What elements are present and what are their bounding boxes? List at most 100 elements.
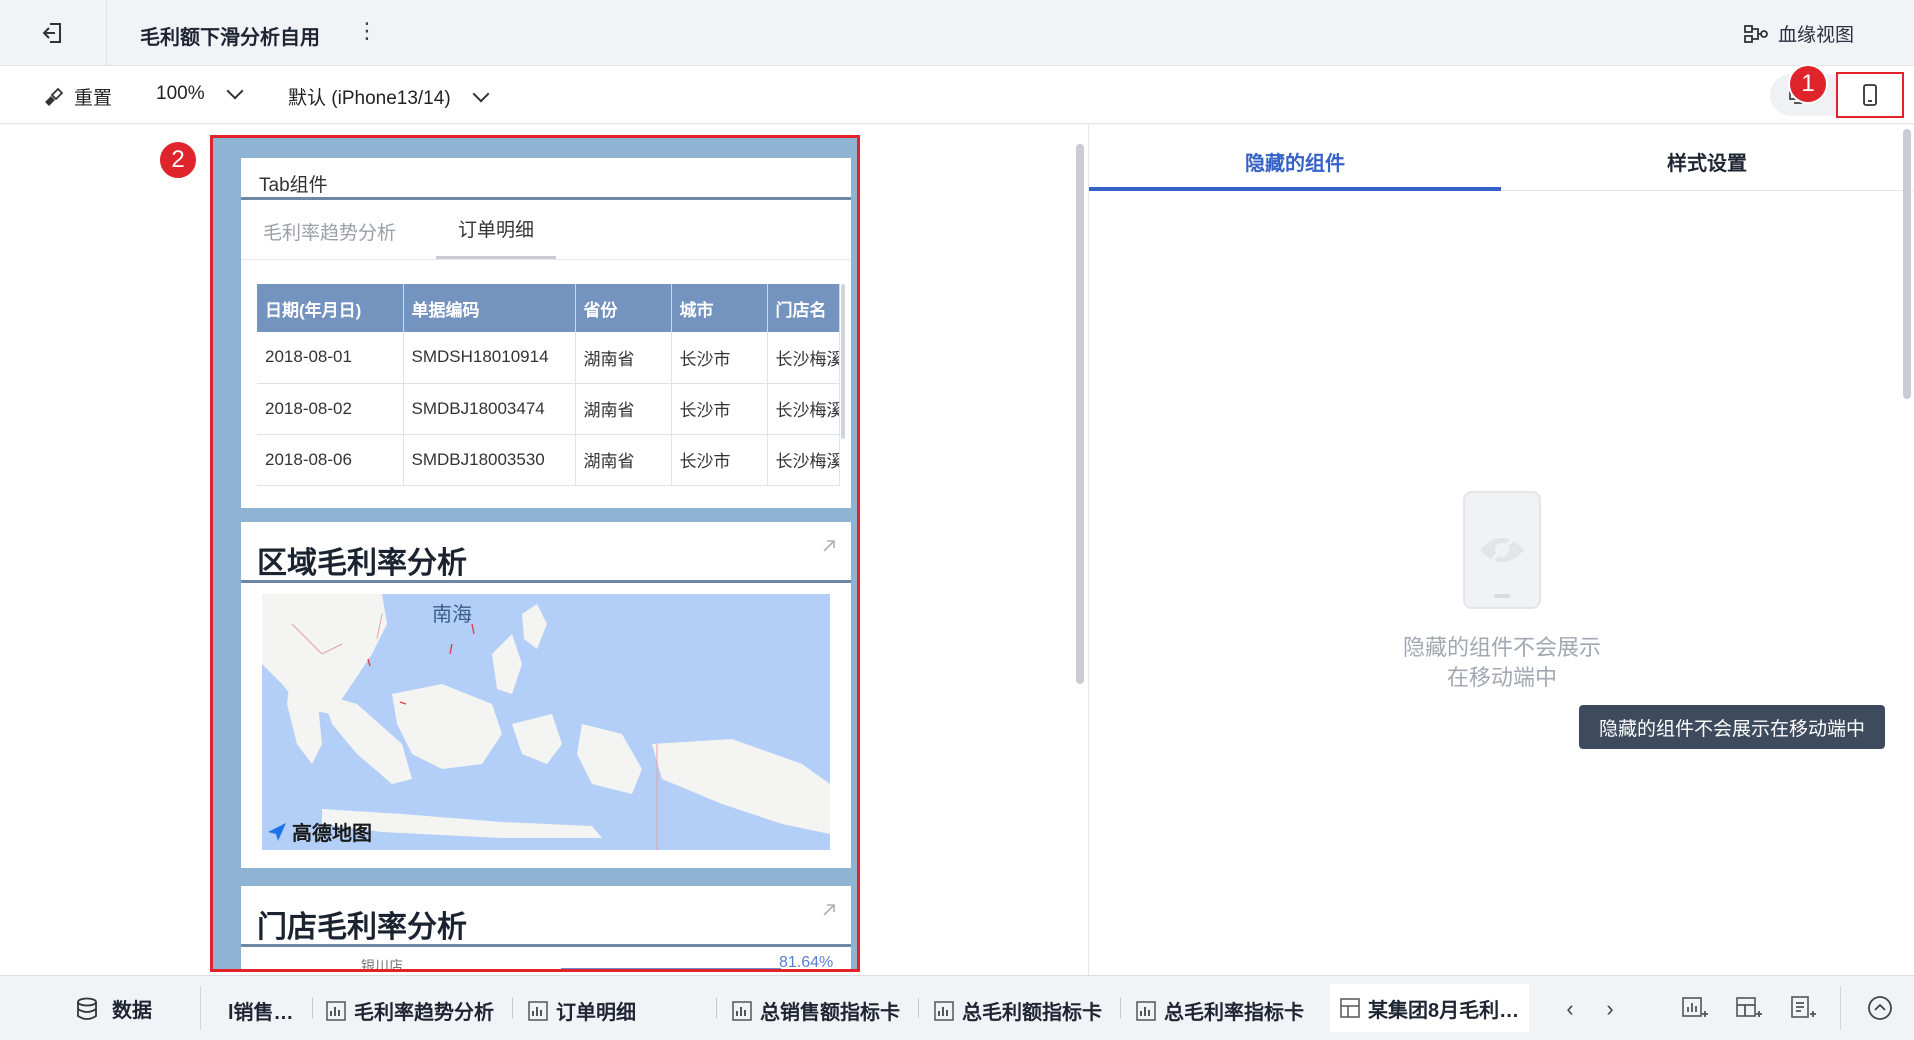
- column-header[interactable]: 日期(年月日): [257, 284, 404, 332]
- divider: [918, 998, 919, 1018]
- map-landmass: [262, 594, 830, 850]
- bar-chart-icon: [732, 1000, 752, 1021]
- mobile-view-button[interactable]: [1836, 72, 1904, 118]
- canvas-scrollbar[interactable]: [1074, 140, 1086, 970]
- table-cell: 长沙市: [671, 332, 768, 384]
- table-cell: SMDBJ18003474: [403, 383, 576, 435]
- title-divider: [241, 944, 851, 947]
- lineage-view-button[interactable]: 血缘视图: [1744, 20, 1854, 47]
- table-cell: 湖南省: [575, 332, 672, 384]
- zoom-value: 100%: [156, 83, 205, 104]
- tab-component-card[interactable]: Tab组件 毛利率趋势分析 订单明细 日期(年月日) 单据编码 省份 城市 门店…: [241, 158, 851, 508]
- zoom-select[interactable]: 100%: [156, 82, 244, 105]
- table-scrollbar[interactable]: [841, 284, 845, 439]
- right-panel-scrollbar[interactable]: [1901, 125, 1913, 405]
- divider: [1120, 998, 1121, 1018]
- bar-chart-icon: [326, 1000, 346, 1021]
- device-select[interactable]: 默认 (iPhone13/14): [288, 83, 490, 110]
- map-brand: 高德地图: [266, 817, 372, 846]
- table-row[interactable]: 2018-08-01 SMDSH18010914 湖南省 长沙市 长沙梅溪: [257, 332, 840, 384]
- mobile-preview: Tab组件 毛利率趋势分析 订单明细 日期(年月日) 单据编码 省份 城市 门店…: [210, 135, 860, 972]
- scroll-thumb[interactable]: [1076, 144, 1084, 684]
- sheet-label: 毛利率趋势分析: [354, 1002, 494, 1024]
- add-dashboard-icon[interactable]: [1734, 994, 1762, 1022]
- map-sea-label: 南海: [432, 604, 472, 626]
- sheet-tab[interactable]: 总毛利率指标卡: [1136, 996, 1304, 1025]
- sheet-label: l销售…: [228, 1002, 294, 1024]
- sheet-label: 总毛利率指标卡: [1164, 1002, 1304, 1024]
- sheet-label: 总销售额指标卡: [760, 1002, 900, 1024]
- empty-line-2: 在移动端中: [1446, 665, 1557, 690]
- divider: [200, 986, 201, 1030]
- column-header[interactable]: 城市: [671, 284, 768, 332]
- sheet-tab[interactable]: 总毛利额指标卡: [934, 996, 1102, 1025]
- sheet-label: 某集团8月毛利…: [1368, 999, 1520, 1022]
- amap-logo-icon: [268, 822, 286, 841]
- table-cell: 2018-08-02: [257, 383, 404, 435]
- collapse-up-icon[interactable]: [1866, 994, 1894, 1022]
- brush-icon: [45, 87, 64, 106]
- toolbar: 重置 100% 默认 (iPhone13/14): [0, 66, 1914, 124]
- region-map[interactable]: 南海 高德地图: [262, 594, 830, 850]
- column-header[interactable]: 门店名: [767, 284, 840, 332]
- table-cell: 2018-08-01: [257, 332, 404, 384]
- sheet-tab[interactable]: l销售…: [228, 996, 294, 1025]
- sheet-tab[interactable]: 毛利率趋势分析: [326, 996, 494, 1025]
- more-menu-icon[interactable]: ⋮: [356, 18, 378, 44]
- tab-hidden-components[interactable]: 隐藏的组件: [1089, 147, 1501, 191]
- expand-icon[interactable]: [819, 900, 839, 920]
- divider: [716, 998, 717, 1018]
- sheet-label: 订单明细: [556, 1002, 636, 1024]
- column-header[interactable]: 单据编码: [403, 284, 576, 332]
- tab-component-title: Tab组件: [241, 158, 851, 200]
- column-header[interactable]: 省份: [575, 284, 672, 332]
- data-label: 数据: [112, 1000, 152, 1022]
- table-cell: 长沙市: [671, 434, 768, 486]
- step-badge-1: 1: [1788, 64, 1828, 104]
- right-panel-tabs: 隐藏的组件 样式设置: [1089, 125, 1914, 191]
- store-bar-row: 银川店 81.64%: [241, 950, 851, 972]
- sheet-bar: 数据 l销售… 毛利率趋势分析 订单明细 总销售额指标卡 总毛利额指标卡 总毛利…: [0, 975, 1914, 1040]
- add-chart-icon[interactable]: [1680, 994, 1708, 1022]
- expand-icon[interactable]: [819, 536, 839, 556]
- store-name: 银川店: [361, 958, 403, 972]
- step-badge-2: 2: [158, 140, 198, 180]
- hidden-phone-icon: [1463, 491, 1541, 609]
- empty-state-text: 隐藏的组件不会展示 在移动端中: [1302, 633, 1702, 693]
- table-cell: 长沙梅溪: [767, 434, 840, 486]
- divider: [106, 0, 107, 66]
- reset-label: 重置: [74, 88, 113, 109]
- tab-order-detail[interactable]: 订单明细: [436, 215, 557, 259]
- data-button[interactable]: 数据: [76, 994, 152, 1023]
- bar-chart-icon: [1136, 1000, 1156, 1021]
- chevron-right-icon[interactable]: ›: [1598, 996, 1622, 1021]
- sheet-tab-active[interactable]: 某集团8月毛利…: [1330, 984, 1530, 1032]
- chevron-left-icon[interactable]: ‹: [1558, 996, 1582, 1021]
- table-row[interactable]: 2018-08-06 SMDBJ18003530 湖南省 长沙市 长沙梅溪: [257, 434, 840, 486]
- table-row[interactable]: 2018-08-02 SMDBJ18003474 湖南省 长沙市 长沙梅溪: [257, 383, 840, 435]
- tab-margin-trend[interactable]: 毛利率趋势分析: [263, 218, 396, 259]
- scroll-thumb[interactable]: [1903, 129, 1911, 399]
- table-cell: 长沙梅溪: [767, 383, 840, 435]
- sheet-tab[interactable]: 总销售额指标卡: [732, 996, 900, 1025]
- add-report-icon[interactable]: [1788, 994, 1816, 1022]
- table-cell: 湖南省: [575, 434, 672, 486]
- reset-button[interactable]: 重置: [42, 83, 112, 110]
- store-card-title: 门店毛利率分析: [257, 911, 467, 944]
- sheet-tab[interactable]: 订单明细: [528, 996, 636, 1025]
- exit-icon[interactable]: [40, 20, 66, 46]
- region-margin-card[interactable]: 区域毛利率分析 南海 高德地图: [241, 522, 851, 868]
- order-table: 日期(年月日) 单据编码 省份 城市 门店名 2018-08-01 SMDSH1…: [257, 284, 840, 486]
- table-cell: SMDSH18010914: [403, 332, 576, 384]
- tab-style-settings[interactable]: 样式设置: [1501, 147, 1913, 176]
- table-cell: 2018-08-06: [257, 434, 404, 486]
- region-card-title: 区域毛利率分析: [257, 547, 467, 580]
- store-margin-card[interactable]: 门店毛利率分析 银川店 81.64%: [241, 886, 851, 972]
- lineage-label: 血缘视图: [1777, 25, 1854, 46]
- table-cell: SMDBJ18003530: [403, 434, 576, 486]
- table-cell: 长沙梅溪: [767, 332, 840, 384]
- divider: [512, 998, 513, 1018]
- table-header-row: 日期(年月日) 单据编码 省份 城市 门店名: [257, 284, 840, 332]
- store-bar: [561, 968, 781, 969]
- dashboard-icon: [1340, 998, 1360, 1018]
